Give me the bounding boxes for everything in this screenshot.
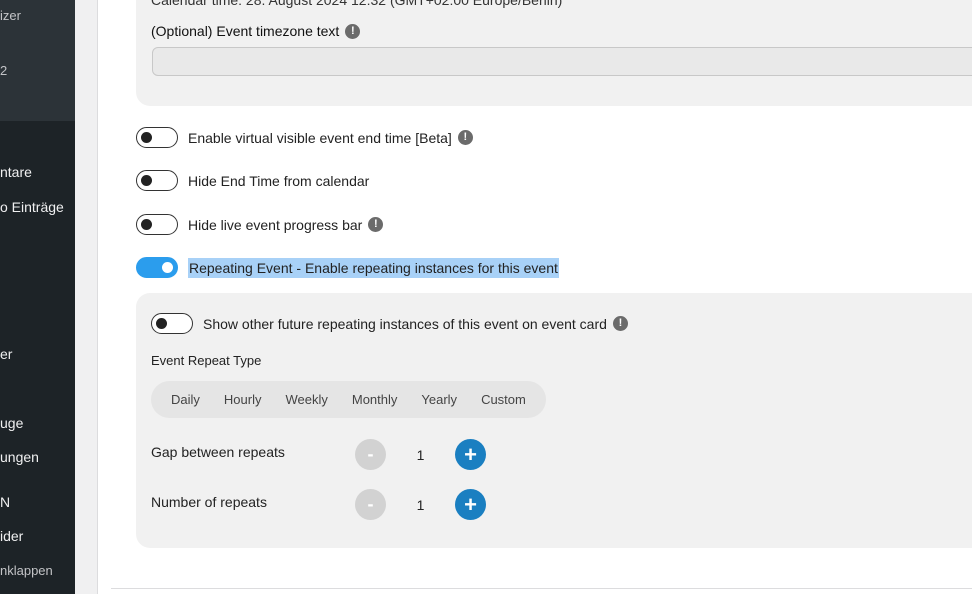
show-future-toggle[interactable]	[151, 313, 193, 334]
sidebar-item-n[interactable]: N	[0, 494, 10, 510]
hide-end-label: Hide End Time from calendar	[188, 172, 370, 189]
toggle-knob	[141, 132, 152, 143]
sidebar-item-plugins[interactable]: uge	[0, 415, 23, 431]
count-stepper: - 1 +	[355, 489, 486, 520]
gap-value[interactable]: 1	[386, 447, 455, 463]
repeat-type-selector: Daily Hourly Weekly Monthly Yearly Custo…	[151, 381, 546, 418]
toggle-knob	[162, 262, 173, 273]
toggle-row-virtual-end: Enable virtual visible event end time [B…	[136, 127, 473, 148]
calendar-time-text: Calendar time: 28. August 2024 12:32 (GM…	[151, 0, 563, 8]
sidebar-item-settings[interactable]: ungen	[0, 449, 39, 465]
repeat-type-hourly[interactable]: Hourly	[212, 392, 274, 407]
count-label: Number of repeats	[151, 494, 267, 510]
hide-progress-label: Hide live event progress bar	[188, 216, 363, 233]
virtual-end-toggle[interactable]	[136, 127, 178, 148]
toggle-row-hide-progress: Hide live event progress bar !	[136, 214, 384, 235]
count-minus-button[interactable]: -	[355, 489, 386, 520]
count-value[interactable]: 1	[386, 497, 455, 513]
info-icon[interactable]: !	[368, 217, 384, 232]
repeat-type-monthly[interactable]: Monthly	[340, 392, 410, 407]
sidebar-item-2[interactable]: 2	[0, 63, 7, 78]
sidebar-collapse[interactable]: nklappen	[0, 563, 53, 578]
repeat-type-yearly[interactable]: Yearly	[409, 392, 469, 407]
info-icon[interactable]: !	[345, 23, 361, 39]
toggle-row-show-future: Show other future repeating instances of…	[151, 313, 628, 334]
toggle-knob	[141, 219, 152, 230]
repeat-type-label: Event Repeat Type	[151, 353, 262, 368]
toggle-knob	[141, 175, 152, 186]
gap-label: Gap between repeats	[151, 444, 285, 460]
toggle-knob	[156, 318, 167, 329]
sidebar-item-slider[interactable]: ider	[0, 528, 23, 544]
toggle-row-hide-end: Hide End Time from calendar	[136, 170, 369, 191]
count-plus-button[interactable]: +	[455, 489, 486, 520]
hide-progress-toggle[interactable]	[136, 214, 178, 235]
sidebar-item-er[interactable]: er	[0, 346, 12, 362]
admin-sidebar: izer 2 ntare o Einträge er uge ungen N i…	[0, 0, 75, 594]
timezone-label-text: (Optional) Event timezone text	[151, 23, 340, 39]
panel-bottom-border	[111, 588, 972, 594]
gap-minus-button[interactable]: -	[355, 439, 386, 470]
sidebar-item-customizer[interactable]: izer	[0, 8, 21, 23]
hide-end-toggle[interactable]	[136, 170, 178, 191]
repeat-type-custom[interactable]: Custom	[469, 392, 538, 407]
show-future-label: Show other future repeating instances of…	[203, 315, 607, 332]
sidebar-item-comments[interactable]: ntare	[0, 164, 32, 180]
repeat-type-daily[interactable]: Daily	[159, 392, 212, 407]
repeating-label: Repeating Event - Enable repeating insta…	[188, 257, 559, 278]
virtual-end-label: Enable virtual visible event end time [B…	[188, 129, 452, 146]
timezone-input[interactable]	[152, 47, 972, 76]
gap-plus-button[interactable]: +	[455, 439, 486, 470]
info-icon[interactable]: !	[457, 130, 473, 145]
timezone-label: (Optional) Event timezone text !	[151, 23, 361, 39]
sidebar-item-entries[interactable]: o Einträge	[0, 199, 64, 215]
gap-stepper: - 1 +	[355, 439, 486, 470]
repeat-type-weekly[interactable]: Weekly	[273, 392, 339, 407]
repeating-toggle[interactable]	[136, 257, 178, 278]
toggle-row-repeating: Repeating Event - Enable repeating insta…	[136, 257, 559, 278]
info-icon[interactable]: !	[612, 316, 628, 331]
